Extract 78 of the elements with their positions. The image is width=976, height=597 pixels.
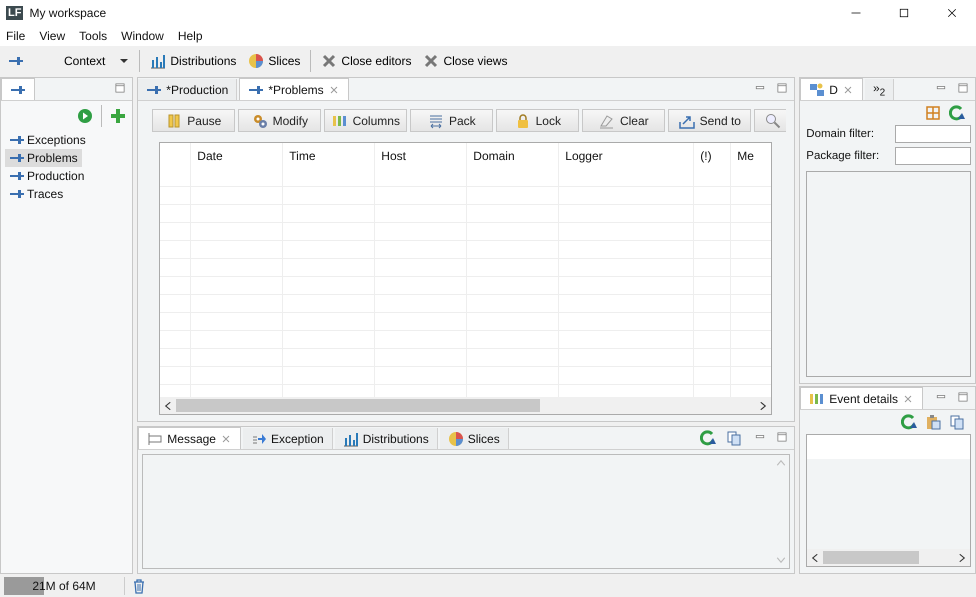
copy-icon[interactable] [949, 414, 965, 430]
log-item[interactable]: Traces [5, 185, 68, 203]
column-header[interactable]: (!) [694, 143, 730, 169]
plus-icon[interactable] [110, 108, 126, 124]
bar-chart-icon [150, 52, 166, 68]
app-logo: LF [6, 6, 24, 20]
close-icon [423, 52, 440, 68]
view-tab[interactable]: Slices [440, 428, 509, 449]
view-tab[interactable]: Message [138, 427, 241, 449]
pie-chart-icon [248, 52, 264, 68]
maximize-icon[interactable] [898, 7, 910, 19]
action-button[interactable]: Pack [410, 109, 494, 132]
toolbar-button[interactable]: Close editors [319, 50, 414, 70]
column-header[interactable]: Date [191, 143, 282, 169]
clipboard-icon[interactable] [925, 414, 941, 430]
close-icon[interactable] [946, 7, 958, 19]
menu-item[interactable]: Window [121, 29, 164, 43]
action-button[interactable]: Pause [152, 109, 236, 132]
filter-field[interactable] [895, 125, 971, 143]
toolbar-button[interactable]: Close views [421, 50, 510, 70]
pie-chart-icon [448, 430, 464, 446]
column-header[interactable]: Host [375, 143, 466, 169]
close-icon [321, 52, 338, 68]
refresh-icon[interactable] [949, 105, 965, 121]
view-tab[interactable]: Exception [242, 428, 333, 449]
refresh-icon[interactable] [901, 414, 917, 430]
column-header[interactable]: Logger [559, 143, 694, 169]
column-header[interactable]: Domain [467, 143, 558, 169]
view-tab[interactable]: Distributions [334, 428, 438, 449]
memory-text: 21M of 64M [32, 578, 96, 592]
filter-label: Domain filter: [806, 128, 874, 140]
copy-icon[interactable] [726, 430, 742, 446]
menu-item[interactable]: File [6, 29, 26, 43]
view-tab[interactable]: Event details [800, 387, 923, 409]
tab-label: »$_{2}$ [872, 80, 886, 98]
editor-tab[interactable]: *Production [138, 79, 238, 100]
tab-label: D [829, 82, 838, 96]
menu-item[interactable]: Help [178, 29, 203, 43]
gears-icon [252, 112, 268, 128]
filter-field[interactable] [895, 147, 971, 165]
message-icon [147, 430, 164, 446]
menu-item[interactable]: Tools [79, 29, 108, 43]
filter-label: Package filter: [806, 150, 880, 162]
refresh-icon[interactable] [700, 430, 716, 446]
action-button[interactable]: Clear [582, 109, 666, 132]
menu-item[interactable]: View [39, 29, 66, 43]
window-title: My workspace [29, 6, 106, 20]
pause-icon [166, 112, 182, 128]
lines-icon [428, 112, 444, 128]
bar-chart-icon [342, 430, 359, 446]
trash-icon[interactable] [131, 578, 147, 594]
horizontal-scrollbar[interactable] [160, 397, 772, 414]
log-item[interactable]: Exceptions [5, 131, 90, 149]
view-tab[interactable]: D [800, 78, 863, 100]
network-icon [809, 82, 826, 98]
horizontal-scrollbar[interactable] [807, 549, 970, 566]
action-button[interactable]: Send to [668, 109, 752, 132]
toolbar-button[interactable]: Slices [246, 50, 302, 70]
context-dropdown[interactable]: Context [62, 52, 132, 70]
action-button[interactable]: Modify [238, 109, 322, 132]
toolbar-button[interactable]: Distributions [148, 50, 238, 70]
caret-icon [119, 58, 130, 64]
editor-tab[interactable]: *Problems [239, 78, 349, 100]
search-button[interactable] [754, 109, 786, 132]
log-item[interactable]: Problems [5, 149, 82, 167]
log-item[interactable]: Production [5, 167, 88, 185]
action-button[interactable]: Columns [324, 109, 408, 132]
scrollbar-thumb[interactable] [176, 399, 540, 412]
play-icon[interactable] [77, 108, 94, 124]
action-button[interactable]: Lock [496, 109, 580, 132]
column-header[interactable]: Time [283, 143, 374, 169]
grid-icon[interactable] [925, 105, 941, 121]
eraser-icon [598, 112, 615, 128]
view-tab[interactable]: »$_{2}$ [864, 79, 894, 100]
column-header[interactable]: Me [731, 143, 772, 169]
scrollbar-thumb[interactable] [823, 551, 918, 564]
search-icon [765, 112, 782, 128]
panel-tab[interactable] [1, 78, 35, 100]
